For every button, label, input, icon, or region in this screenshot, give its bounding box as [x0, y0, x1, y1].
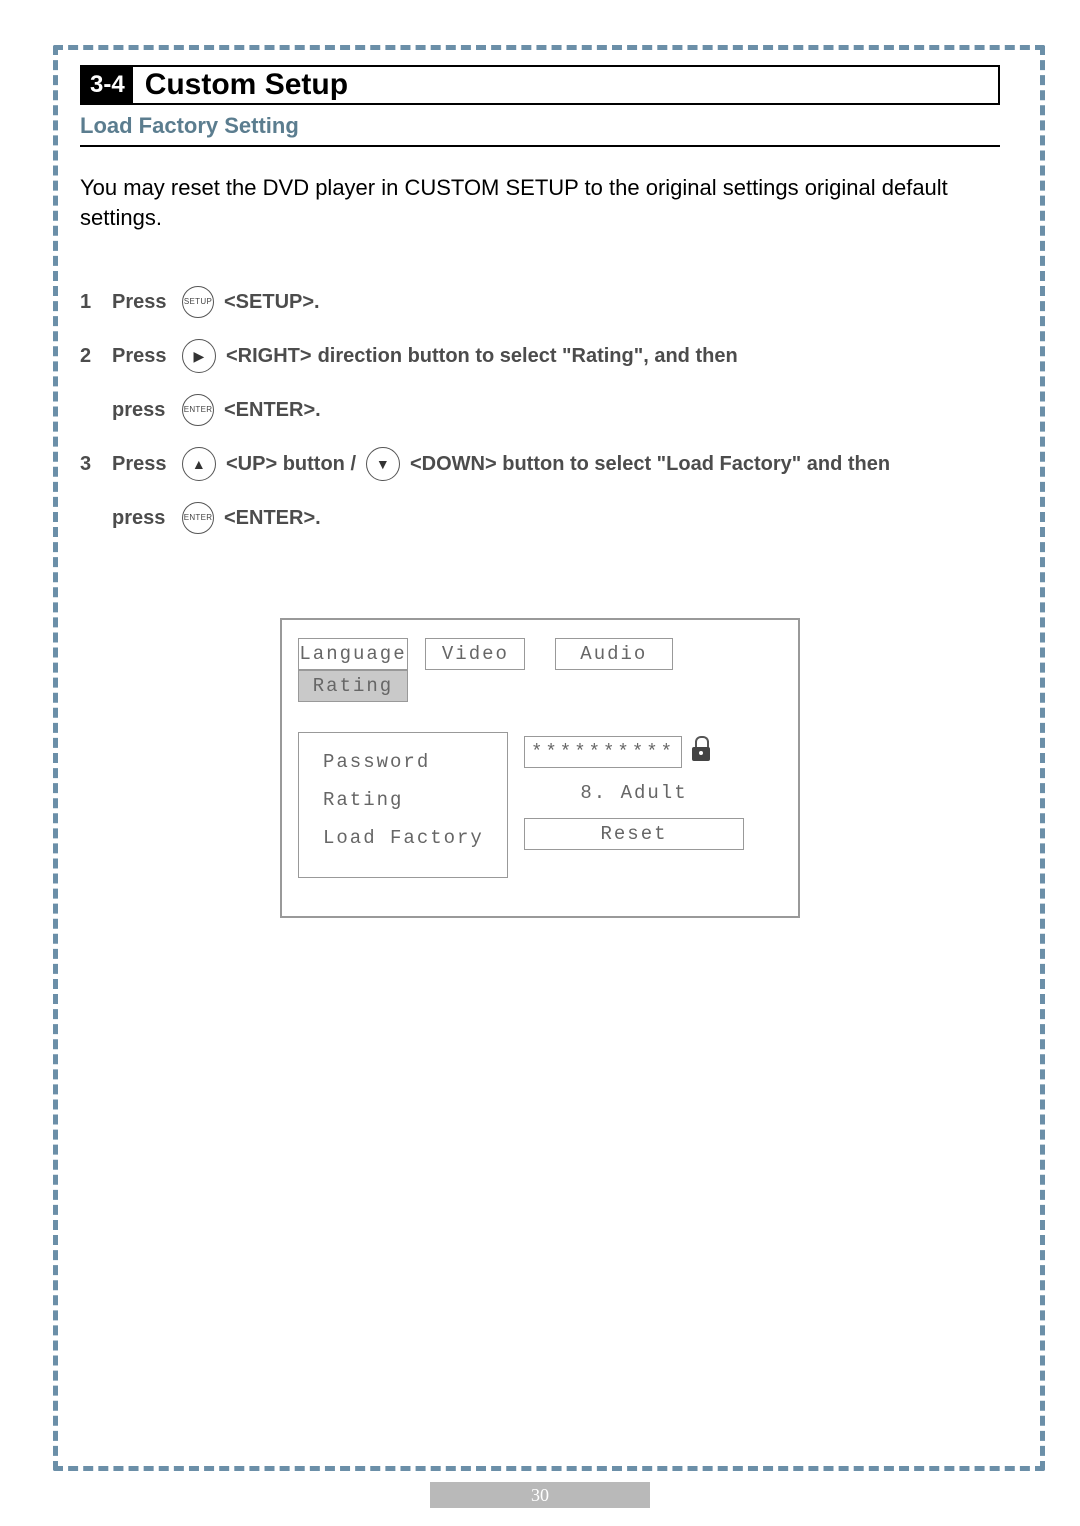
password-value: ********** [524, 736, 682, 768]
menu-item-password: Password [323, 743, 495, 781]
tag-up: <UP> button / [226, 444, 356, 484]
tag-down: <DOWN> button to select "Load Factory" a… [410, 444, 890, 484]
step-3-cont: press ENTER <ENTER>. [80, 498, 1000, 538]
section-number: 3-4 [82, 67, 133, 103]
osd-panel: Language Video Audio Rating Password Rat… [280, 618, 800, 918]
osd-menu-list: Password Rating Load Factory [298, 732, 508, 878]
step-3: 3 Press ▲ <UP> button / ▼ <DOWN> button … [80, 444, 1000, 484]
step-number: 3 [80, 444, 106, 484]
right-arrow-icon: ▶ [182, 339, 216, 373]
tab-video: Video [425, 638, 525, 670]
osd-values: ********** 8. Adult Reset [524, 732, 744, 878]
page-number-badge: 30 [430, 1482, 650, 1508]
section-title: Custom Setup [133, 68, 348, 102]
step-number: 1 [80, 282, 106, 322]
enter-button-icon: ENTER [182, 394, 214, 426]
tag-enter: <ENTER>. [224, 390, 321, 430]
enter-button-icon: ENTER [182, 502, 214, 534]
tag-setup: <SETUP>. [224, 282, 320, 322]
section-subtitle: Load Factory Setting [80, 109, 1000, 147]
osd-tabs: Language Video Audio Rating [298, 638, 782, 702]
loadfactory-value: Reset [524, 818, 744, 850]
step-number: 2 [80, 336, 106, 376]
menu-item-rating: Rating [323, 781, 495, 819]
down-arrow-icon: ▼ [366, 447, 400, 481]
step-2: 2 Press ▶ <RIGHT> direction button to se… [80, 336, 1000, 376]
up-arrow-icon: ▲ [182, 447, 216, 481]
tag-right: <RIGHT> [226, 336, 312, 376]
page-number: 30 [531, 1485, 549, 1506]
lock-icon [690, 741, 712, 763]
tab-audio: Audio [555, 638, 673, 670]
press-label: press [112, 498, 172, 538]
rating-value: 8. Adult [524, 778, 744, 808]
section-header: 3-4 Custom Setup [80, 65, 1000, 105]
press-label: press [112, 390, 172, 430]
tab-language: Language [298, 638, 408, 670]
press-label: Press [112, 444, 172, 484]
tab-rating: Rating [298, 670, 408, 702]
press-label: Press [112, 336, 172, 376]
setup-button-icon: SETUP [182, 286, 214, 318]
intro-text: You may reset the DVD player in CUSTOM S… [80, 173, 1000, 232]
menu-item-loadfactory: Load Factory [323, 819, 495, 857]
tag-enter: <ENTER>. [224, 498, 321, 538]
step-1: 1 Press SETUP <SETUP>. [80, 282, 1000, 322]
step-2-text: direction button to select "Rating", and… [318, 336, 738, 376]
press-label: Press [112, 282, 172, 322]
step-2-cont: press ENTER <ENTER>. [80, 390, 1000, 430]
